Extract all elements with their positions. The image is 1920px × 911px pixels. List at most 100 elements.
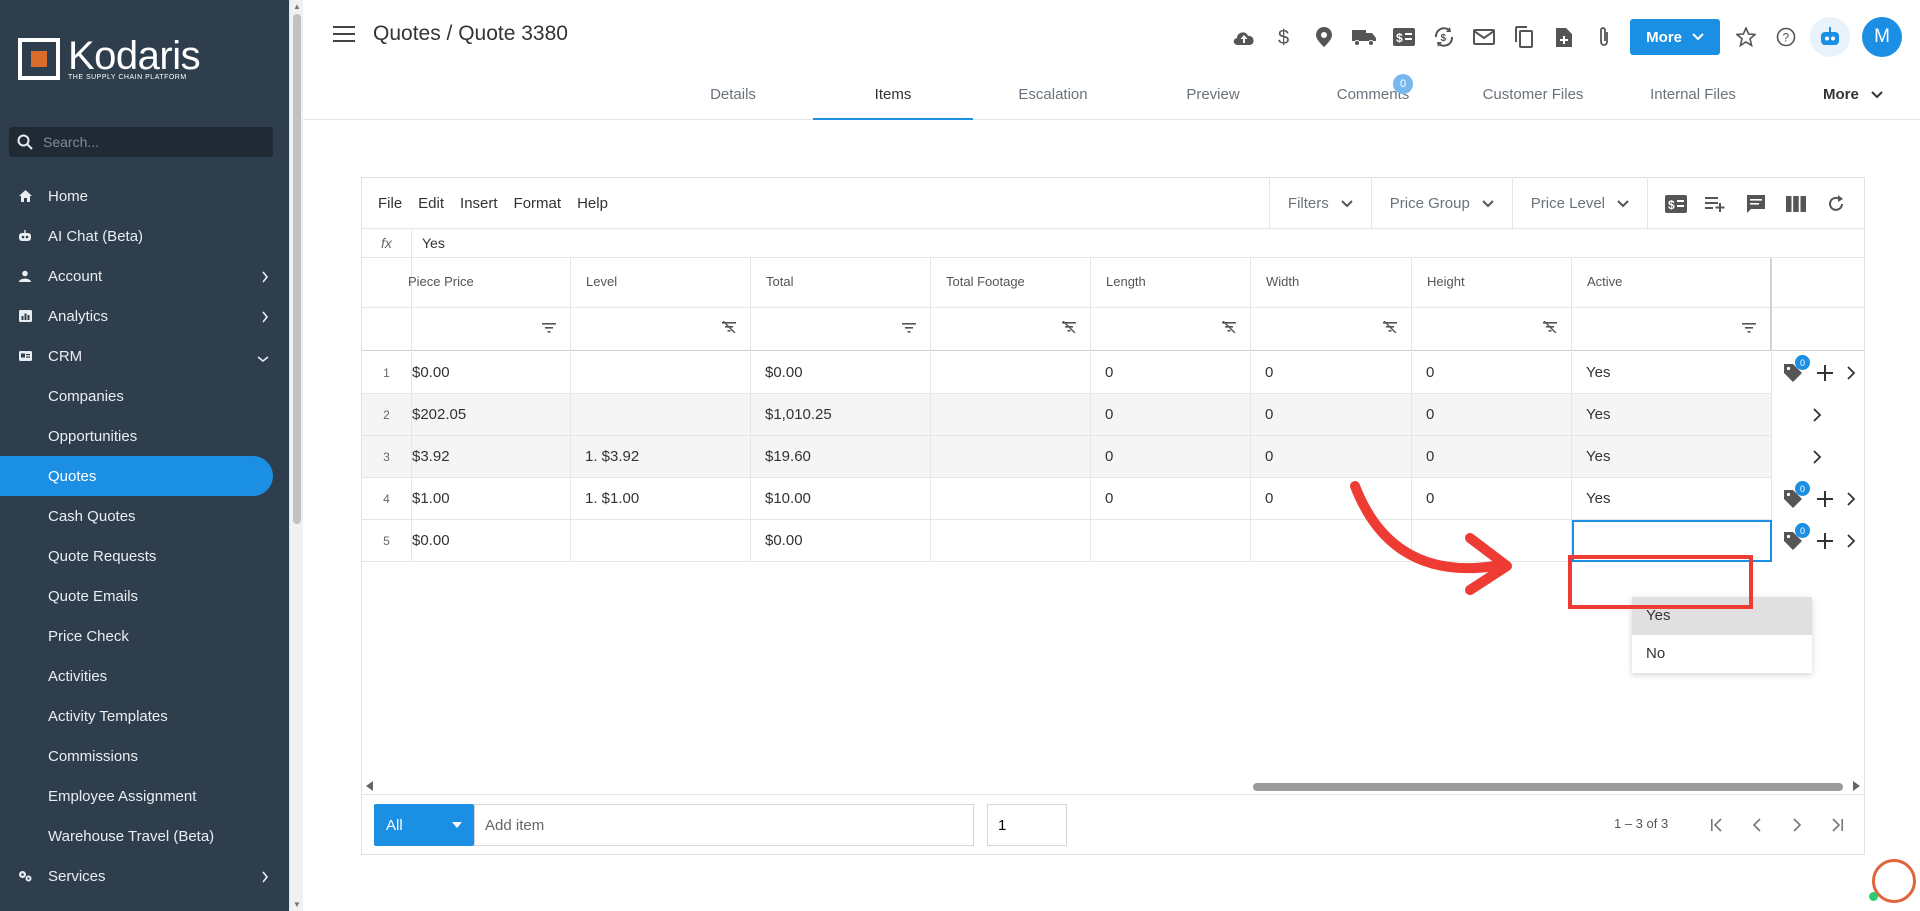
support-chat-icon[interactable] bbox=[1872, 859, 1916, 903]
cell-piece-price[interactable]: $3.92 bbox=[412, 436, 571, 478]
menu-help[interactable]: Help bbox=[577, 195, 608, 212]
cell-height[interactable]: 0 bbox=[1412, 394, 1572, 436]
sidebar-item-ai-chat[interactable]: AI Chat (Beta) bbox=[0, 216, 289, 256]
column-header-width[interactable]: Width bbox=[1251, 258, 1412, 350]
scrollbar-thumb[interactable] bbox=[293, 14, 301, 524]
sidebar-item-activities[interactable]: Activities bbox=[0, 656, 289, 696]
truck-icon[interactable] bbox=[1344, 18, 1384, 56]
sidebar-item-warehouse-travel[interactable]: Warehouse Travel (Beta) bbox=[0, 816, 289, 856]
cell-active[interactable]: Yes bbox=[1572, 478, 1772, 520]
next-page-icon[interactable] bbox=[1777, 807, 1817, 843]
chevron-right-icon[interactable] bbox=[1846, 534, 1856, 548]
filter-icon[interactable] bbox=[1742, 320, 1756, 338]
sidebar-item-home[interactable]: Home bbox=[0, 176, 289, 216]
add-list-icon[interactable] bbox=[1696, 196, 1736, 212]
tab-comments[interactable]: Comments 0 bbox=[1293, 74, 1453, 120]
tab-more[interactable]: More bbox=[1773, 78, 1920, 120]
tags-button[interactable]: 0 bbox=[1782, 481, 1810, 510]
add-item-input[interactable] bbox=[474, 804, 974, 846]
price-group-dropdown[interactable]: Price Group bbox=[1370, 178, 1512, 229]
column-header-active[interactable]: Active bbox=[1572, 258, 1772, 350]
sidebar-item-cash-quotes[interactable]: Cash Quotes bbox=[0, 496, 289, 536]
quantity-input[interactable] bbox=[987, 804, 1067, 846]
pricing-card-icon[interactable]: $ bbox=[1656, 194, 1696, 213]
sidebar-item-price-check[interactable]: Price Check bbox=[0, 616, 289, 656]
help-icon[interactable]: ? bbox=[1766, 18, 1806, 56]
tab-items[interactable]: Items bbox=[813, 78, 973, 120]
ai-assistant-button[interactable] bbox=[1810, 17, 1850, 57]
filter-off-icon[interactable] bbox=[1062, 320, 1076, 338]
tab-preview[interactable]: Preview bbox=[1133, 78, 1293, 120]
column-header-height[interactable]: Height bbox=[1412, 258, 1572, 350]
plus-icon[interactable] bbox=[1816, 490, 1834, 508]
cell-width[interactable]: 0 bbox=[1251, 436, 1412, 478]
scrollbar-thumb[interactable] bbox=[1253, 783, 1843, 791]
column-header-total[interactable]: Total bbox=[751, 258, 931, 350]
cell-width[interactable]: 0 bbox=[1251, 352, 1412, 394]
cell-active[interactable]: Yes bbox=[1572, 436, 1772, 478]
cell-level[interactable]: 1. $1.00 bbox=[571, 478, 751, 520]
cloud-upload-icon[interactable] bbox=[1224, 18, 1264, 56]
sync-dollar-icon[interactable]: $ bbox=[1424, 18, 1464, 56]
menu-toggle-icon[interactable] bbox=[333, 26, 355, 47]
cell-piece-price[interactable]: $0.00 bbox=[412, 520, 571, 562]
cell-length[interactable]: 0 bbox=[1091, 478, 1251, 520]
cell-length[interactable]: 0 bbox=[1091, 352, 1251, 394]
table-row[interactable]: 4 $1.00 1. $1.00 $10.00 0 0 0 Yes 0 bbox=[362, 478, 1856, 520]
menu-file[interactable]: File bbox=[378, 195, 402, 212]
attachment-icon[interactable] bbox=[1584, 18, 1624, 56]
cell-piece-price[interactable]: $0.00 bbox=[412, 352, 571, 394]
last-page-icon[interactable] bbox=[1817, 807, 1857, 843]
menu-format[interactable]: Format bbox=[514, 195, 562, 212]
sidebar-item-quote-requests[interactable]: Quote Requests bbox=[0, 536, 289, 576]
cell-piece-price[interactable]: $202.05 bbox=[412, 394, 571, 436]
cell-active[interactable]: Yes bbox=[1572, 352, 1772, 394]
more-actions-button[interactable]: More bbox=[1630, 19, 1720, 55]
option-no[interactable]: No bbox=[1632, 635, 1812, 673]
comment-icon[interactable] bbox=[1736, 194, 1776, 214]
column-header-total-footage[interactable]: Total Footage bbox=[931, 258, 1091, 350]
cell-level[interactable] bbox=[571, 394, 751, 436]
tab-details[interactable]: Details bbox=[653, 78, 813, 120]
tags-button[interactable]: 0 bbox=[1782, 523, 1810, 552]
scroll-down-icon[interactable]: ▼ bbox=[293, 900, 301, 909]
cell-width[interactable]: 0 bbox=[1251, 394, 1412, 436]
cell-total[interactable]: $10.00 bbox=[751, 478, 931, 520]
grid-horizontal-scrollbar[interactable] bbox=[366, 779, 1860, 793]
table-row[interactable]: 2 $202.05 $1,010.25 0 0 0 Yes bbox=[362, 394, 1822, 436]
column-header-level[interactable]: Level bbox=[571, 258, 751, 350]
filter-off-icon[interactable] bbox=[722, 320, 736, 338]
chevron-right-icon[interactable] bbox=[1846, 492, 1856, 506]
price-level-dropdown[interactable]: Price Level bbox=[1511, 178, 1647, 229]
sidebar-item-opportunities[interactable]: Opportunities bbox=[0, 416, 289, 456]
add-document-icon[interactable] bbox=[1544, 18, 1584, 56]
tags-button[interactable]: 0 bbox=[1782, 355, 1810, 384]
sidebar-item-employee-assignment[interactable]: Employee Assignment bbox=[0, 776, 289, 816]
plus-icon[interactable] bbox=[1816, 532, 1834, 550]
menu-edit[interactable]: Edit bbox=[418, 195, 444, 212]
cell-piece-price[interactable]: $1.00 bbox=[412, 478, 571, 520]
brand-logo[interactable]: Kodaris THE SUPPLY CHAIN PLATFORM bbox=[18, 36, 201, 81]
sidebar-item-crm[interactable]: CRM bbox=[0, 336, 289, 376]
filter-off-icon[interactable] bbox=[1222, 320, 1236, 338]
sidebar-item-activity-templates[interactable]: Activity Templates bbox=[0, 696, 289, 736]
chevron-right-icon[interactable] bbox=[1812, 450, 1822, 464]
tab-internal-files[interactable]: Internal Files bbox=[1613, 78, 1773, 120]
sidebar-item-commissions[interactable]: Commissions bbox=[0, 736, 289, 776]
cell-level[interactable] bbox=[571, 352, 751, 394]
table-row[interactable]: 5 $0.00 $0.00 0 bbox=[362, 520, 1856, 562]
cell-length[interactable]: 0 bbox=[1091, 436, 1251, 478]
table-row[interactable]: 1 $0.00 $0.00 0 0 0 Yes 0 bbox=[362, 352, 1856, 394]
column-header-length[interactable]: Length bbox=[1091, 258, 1251, 350]
cell-total-footage[interactable] bbox=[931, 478, 1091, 520]
formula-input[interactable]: Yes bbox=[412, 235, 445, 251]
item-scope-select[interactable]: All bbox=[374, 804, 474, 846]
refresh-icon[interactable] bbox=[1816, 194, 1856, 213]
cell-length[interactable] bbox=[1091, 520, 1251, 562]
dollar-icon[interactable]: $ bbox=[1264, 18, 1304, 56]
cell-total[interactable]: $1,010.25 bbox=[751, 394, 931, 436]
cell-total-footage[interactable] bbox=[931, 436, 1091, 478]
scroll-right-icon[interactable] bbox=[1852, 781, 1860, 791]
cell-total-footage[interactable] bbox=[931, 352, 1091, 394]
columns-icon[interactable] bbox=[1776, 195, 1816, 212]
